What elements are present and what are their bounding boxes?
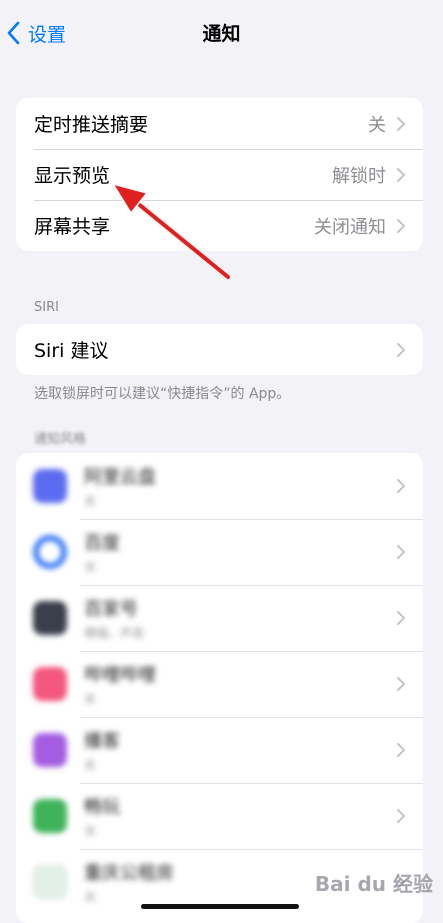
app-text: 播客 关	[84, 727, 396, 773]
siri-group: Siri 建议	[16, 324, 423, 375]
watermark-logo: Bai du 经验	[314, 872, 433, 896]
row-label: Siri 建议	[34, 340, 109, 362]
app-subtitle: 关	[84, 824, 97, 838]
chevron-right-icon	[397, 809, 405, 823]
show-previews-row[interactable]: 显示预览 解锁时	[16, 149, 423, 200]
app-name: 哔哩哔哩	[84, 665, 156, 686]
row-value: 解锁时	[332, 165, 386, 187]
chevron-right-icon	[397, 342, 405, 357]
siri-section-header: SIRI	[34, 300, 59, 315]
app-text: 百家号 横幅，声音	[84, 595, 396, 641]
page-title: 通知	[202, 23, 241, 45]
notification-style-header: 通知风格	[34, 432, 87, 447]
row-value: 关	[368, 114, 386, 136]
app-subtitle: 关	[84, 494, 97, 508]
app-row[interactable]: 畅玩 关	[16, 783, 423, 849]
app-icon	[33, 733, 67, 767]
app-subtitle: 关	[84, 560, 97, 574]
app-subtitle: 关	[84, 692, 97, 706]
app-icon	[33, 865, 67, 899]
chevron-right-icon	[397, 479, 405, 493]
app-row[interactable]: 阿里云盘 关	[16, 453, 423, 519]
home-indicator[interactable]	[141, 904, 299, 909]
row-label: 定时推送摘要	[34, 114, 149, 136]
row-label: 显示预览	[34, 165, 111, 187]
navigation-bar: 设置 通知	[0, 0, 443, 66]
scheduled-summary-row[interactable]: 定时推送摘要 关	[16, 98, 423, 149]
app-list: 阿里云盘 关 百度 关 百家号 横幅，声音 哔哩哔哩 关 播客 关 畅玩 关 重…	[16, 453, 423, 923]
app-name: 畅玩	[84, 797, 120, 818]
app-row[interactable]: 哔哩哔哩 关	[16, 651, 423, 717]
chevron-right-icon	[397, 743, 405, 757]
general-settings-group: 定时推送摘要 关 显示预览 解锁时 屏幕共享 关闭通知	[16, 98, 423, 251]
chevron-right-icon	[397, 611, 405, 625]
app-name: 阿里云盘	[84, 467, 156, 488]
chevron-right-icon	[397, 116, 405, 131]
chevron-right-icon	[397, 677, 405, 691]
siri-footer-note: 选取锁屏时可以建议“快捷指令”的 App。	[34, 386, 291, 402]
app-icon	[33, 469, 67, 503]
app-subtitle: 横幅，声音	[84, 626, 145, 640]
chevron-right-icon	[397, 218, 405, 233]
app-text: 哔哩哔哩 关	[84, 661, 396, 707]
app-name: 播客	[84, 731, 120, 752]
app-name: 百家号	[84, 599, 138, 620]
row-label: 屏幕共享	[34, 216, 111, 238]
screen-sharing-row[interactable]: 屏幕共享 关闭通知	[16, 200, 423, 251]
app-icon	[33, 535, 67, 569]
chevron-right-icon	[397, 167, 405, 182]
app-row[interactable]: 百家号 横幅，声音	[16, 585, 423, 651]
app-row[interactable]: 播客 关	[16, 717, 423, 783]
app-text: 畅玩 关	[84, 793, 396, 839]
chevron-right-icon	[397, 545, 405, 559]
app-icon	[33, 667, 67, 701]
app-icon	[33, 601, 67, 635]
app-name: 百度	[84, 533, 120, 554]
app-subtitle: 关	[84, 758, 97, 772]
app-text: 百度 关	[84, 529, 396, 575]
app-icon	[33, 799, 67, 833]
app-text: 阿里云盘 关	[84, 463, 396, 509]
row-value: 关闭通知	[314, 216, 386, 238]
app-row[interactable]: 百度 关	[16, 519, 423, 585]
siri-suggestions-row[interactable]: Siri 建议	[16, 324, 423, 375]
